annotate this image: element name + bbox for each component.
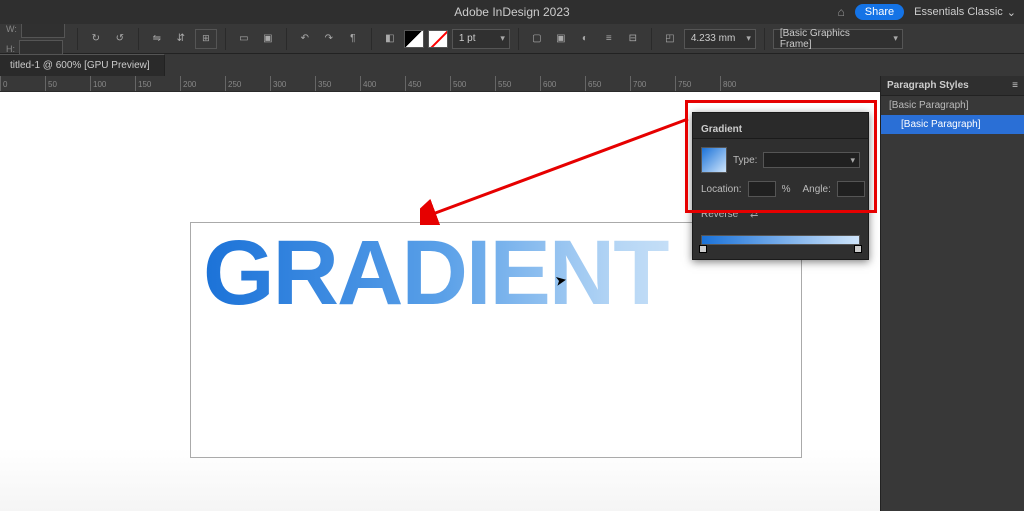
corner-size-dropdown[interactable]: 4.233 mm [684,29,756,49]
gradient-location-input[interactable] [748,181,776,197]
corner-size-value: 4.233 mm [691,33,735,44]
paragraph-styles-panel: Paragraph Styles ≡ [Basic Paragraph] [Ba… [880,76,1024,511]
tips-icon[interactable]: ⌂ [838,5,845,19]
share-button[interactable]: Share [855,4,904,20]
ruler-mark: 150 [135,76,180,91]
ruler-mark: 450 [405,76,450,91]
container-icon[interactable]: ▭ [234,30,254,48]
height-label: H: [6,44,15,54]
app-title: Adobe InDesign 2023 [454,5,569,19]
gradient-panel-body: Type: Location: % Angle: Reverse ⇄ [693,139,868,259]
workspace-switcher[interactable]: Essentials Classic ⌄ [914,6,1016,19]
ruler-mark: 650 [585,76,630,91]
paragraph-style-item-selected[interactable]: [Basic Paragraph] [881,115,1024,134]
fill-swatch[interactable] [404,30,424,48]
workarea: 0501001502002503003504004505005506006507… [0,76,1024,511]
ruler-mark: 0 [0,76,45,91]
stroke-swatch[interactable] [428,30,448,48]
ruler-mark: 250 [225,76,270,91]
wrap-bbox-icon[interactable]: ▣ [551,30,571,48]
gradient-panel-dragbar[interactable] [693,113,868,121]
document-tab-bar: titled-1 @ 600% [GPU Preview] [0,54,1024,76]
chevron-down-icon: ⌄ [1007,6,1016,19]
gradient-ramp[interactable] [701,231,860,251]
ruler-mark: 350 [315,76,360,91]
object-style-value: [Basic Graphics Frame] [780,28,884,50]
rotate-ccw-icon[interactable]: ↺ [110,30,130,48]
horizontal-ruler: 0501001502002503003504004505005506006507… [0,76,880,92]
ruler-mark: 500 [450,76,495,91]
paragraph-icon[interactable]: ¶ [343,30,363,48]
ruler-mark: 200 [180,76,225,91]
separator [651,28,652,50]
paragraph-style-selected-label: [Basic Paragraph] [901,119,981,130]
panel-menu-icon[interactable]: ≡ [1012,80,1018,91]
separator [518,28,519,50]
ruler-mark: 300 [270,76,315,91]
gradient-angle-label: Angle: [803,184,831,195]
paragraph-style-item[interactable]: [Basic Paragraph] [881,96,1024,115]
ruler-mark: 550 [495,76,540,91]
workspace-label: Essentials Classic [914,6,1003,18]
paragraph-styles-title: Paragraph Styles [887,80,969,91]
separator [225,28,226,50]
gradient-reverse-icon[interactable]: ⇄ [744,205,764,223]
ruler-mark: 800 [720,76,765,91]
gradient-preview-swatch[interactable] [701,147,727,173]
content-icon[interactable]: ▣ [258,30,278,48]
ruler-mark: 400 [360,76,405,91]
wrap-jump-icon[interactable]: ≡ [599,30,619,48]
fill-proxy-icon[interactable]: ◧ [380,30,400,48]
gradient-panel-title: Gradient [693,121,868,139]
document-tab[interactable]: titled-1 @ 600% [GPU Preview] [0,54,165,76]
separator [764,28,765,50]
ruler-mark: 750 [675,76,720,91]
separator [371,28,372,50]
paragraph-style-none-label: [Basic Paragraph] [889,100,969,111]
paragraph-styles-header[interactable]: Paragraph Styles ≡ [881,76,1024,96]
gradient-location-unit: % [782,184,791,195]
separator [286,28,287,50]
ruler-mark: 600 [540,76,585,91]
separator [77,28,78,50]
gradient-location-label: Location: [701,184,742,195]
gradient-stop-start[interactable] [699,245,707,253]
title-bar: Adobe InDesign 2023 ⌂ Share Essentials C… [0,0,1024,24]
wrap-none-icon[interactable]: ▢ [527,30,547,48]
document-tab-label: titled-1 @ 600% [GPU Preview] [10,60,150,71]
gradient-ramp-bar[interactable] [701,235,860,245]
flip-h-icon[interactable]: ⇋ [147,30,167,48]
gradient-stop-end[interactable] [854,245,862,253]
control-bar: W: H: ↻ ↺ ⇋ ⇵ ⊞ ▭ ▣ ↶ ↷ ¶ ◧ 1 pt ▢ ▣ ◐ ≡… [0,24,1024,54]
redo-icon[interactable]: ↷ [319,30,339,48]
gradient-reverse-label: Reverse [701,209,738,220]
undo-icon[interactable]: ↶ [295,30,315,48]
gradient-type-label: Type: [733,155,757,166]
flip-v-icon[interactable]: ⇵ [171,30,191,48]
ruler-mark: 50 [45,76,90,91]
width-label: W: [6,24,17,34]
object-style-dropdown[interactable]: [Basic Graphics Frame] [773,29,903,49]
gradient-panel[interactable]: Gradient Type: Location: % Angle: Revers… [692,112,869,260]
reference-point[interactable]: ⊞ [195,29,217,49]
rotate-cw-icon[interactable]: ↻ [86,30,106,48]
dimensions-group: W: H: [6,20,65,58]
gradient-angle-input[interactable] [837,181,865,197]
gradient-type-dropdown[interactable] [763,152,860,168]
stroke-weight-dropdown[interactable]: 1 pt [452,29,510,49]
separator [138,28,139,50]
corner-options-icon[interactable]: ◰ [660,30,680,48]
ruler-mark: 100 [90,76,135,91]
wrap-shape-icon[interactable]: ◐ [575,30,595,48]
ruler-mark: 700 [630,76,675,91]
stroke-weight-value: 1 pt [459,33,476,44]
wrap-column-icon[interactable]: ⊟ [623,30,643,48]
